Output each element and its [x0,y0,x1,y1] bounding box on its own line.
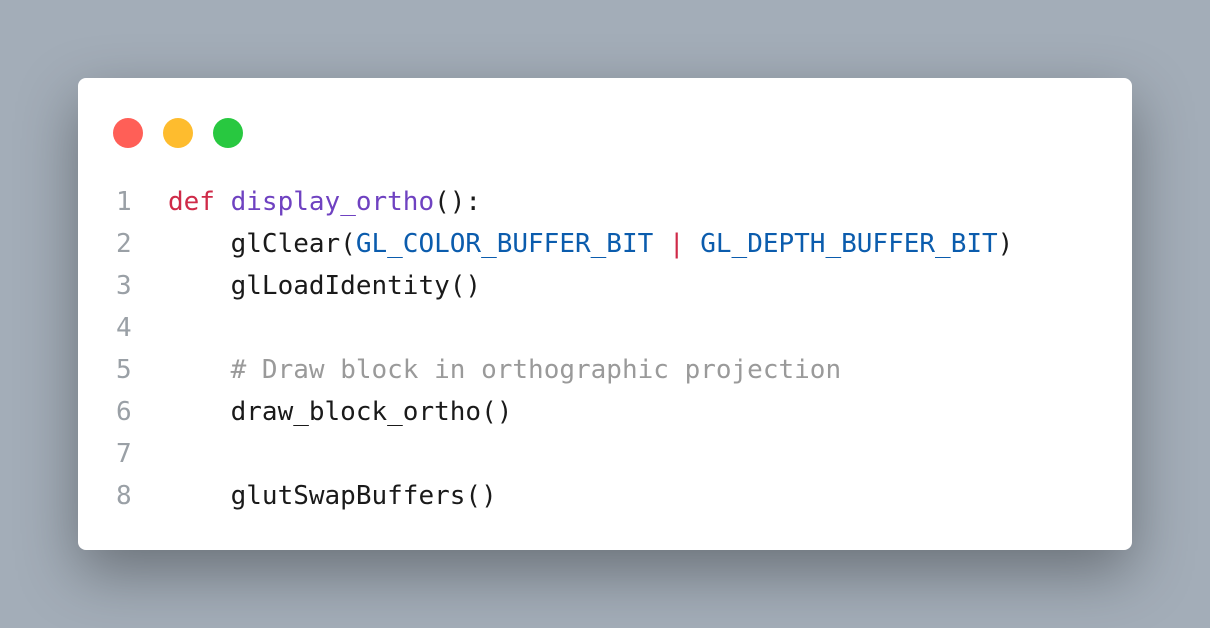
line-source: draw_block_ortho() [168,391,513,433]
line-number: 4 [116,313,132,343]
code-block: 1 def display_ortho(): 2 glClear(GL_COLOR_… [78,181,1132,517]
line-number: 1 [116,187,132,217]
line-number: 8 [116,481,132,511]
code-token: # Draw block in orthographic projection [230,355,842,385]
code-line: 6 draw_block_ortho() [78,391,1132,433]
code-token: (): [434,187,482,217]
code-line: 8 glutSwapBuffers() [78,475,1132,517]
code-token: ) [997,229,1014,259]
line-number: 6 [116,397,132,427]
code-line: 5 # Draw block in orthographic projectio… [78,349,1132,391]
line-source: glLoadIdentity() [168,265,481,307]
code-token: def [168,187,215,217]
code-line: 3 glLoadIdentity() [78,265,1132,307]
maximize-dot-icon[interactable] [213,118,243,148]
code-token: display_ortho [230,187,435,217]
close-dot-icon[interactable] [113,118,143,148]
code-token: | [668,229,685,259]
code-token: GL_COLOR_BUFFER_BIT [355,229,654,259]
code-token: glLoadIdentity() [168,271,482,301]
line-number: 3 [116,271,132,301]
code-line: 2 glClear(GL_COLOR_BUFFER_BIT | GL_DEPTH… [78,223,1132,265]
code-token: glClear( [168,229,356,259]
line-source: glClear(GL_COLOR_BUFFER_BIT | GL_DEPTH_B… [168,223,1014,265]
line-number: 7 [116,439,132,469]
code-line: 4 [78,307,1132,349]
line-source: glutSwapBuffers() [168,475,497,517]
line-number: 2 [116,229,132,259]
code-window: 1 def display_ortho(): 2 glClear(GL_COLOR_… [78,78,1132,550]
code-token: glutSwapBuffers() [168,481,497,511]
line-source: def display_ortho(): [168,181,481,223]
code-token: GL_DEPTH_BUFFER_BIT [700,229,998,259]
line-number: 5 [116,355,132,385]
minimize-dot-icon[interactable] [163,118,193,148]
code-token: draw_block_ortho() [168,397,513,427]
code-line: 7 [78,433,1132,475]
line-source: # Draw block in orthographic projection [168,349,841,391]
window-controls [113,118,243,148]
code-line: 1 def display_ortho(): [78,181,1132,223]
